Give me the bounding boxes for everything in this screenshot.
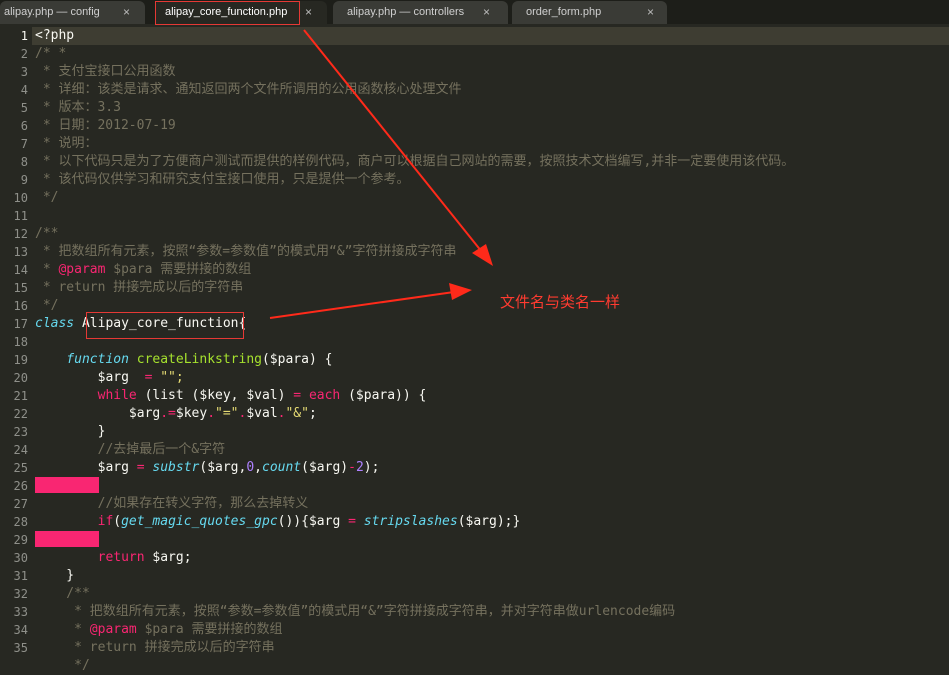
arrow-line (303, 29, 483, 253)
arrow-head (449, 283, 472, 300)
annotation-note: 文件名与类名一样 (500, 293, 621, 311)
arrow-head (472, 244, 493, 266)
arrow-line (269, 291, 455, 319)
annotation-arrows (269, 29, 493, 319)
